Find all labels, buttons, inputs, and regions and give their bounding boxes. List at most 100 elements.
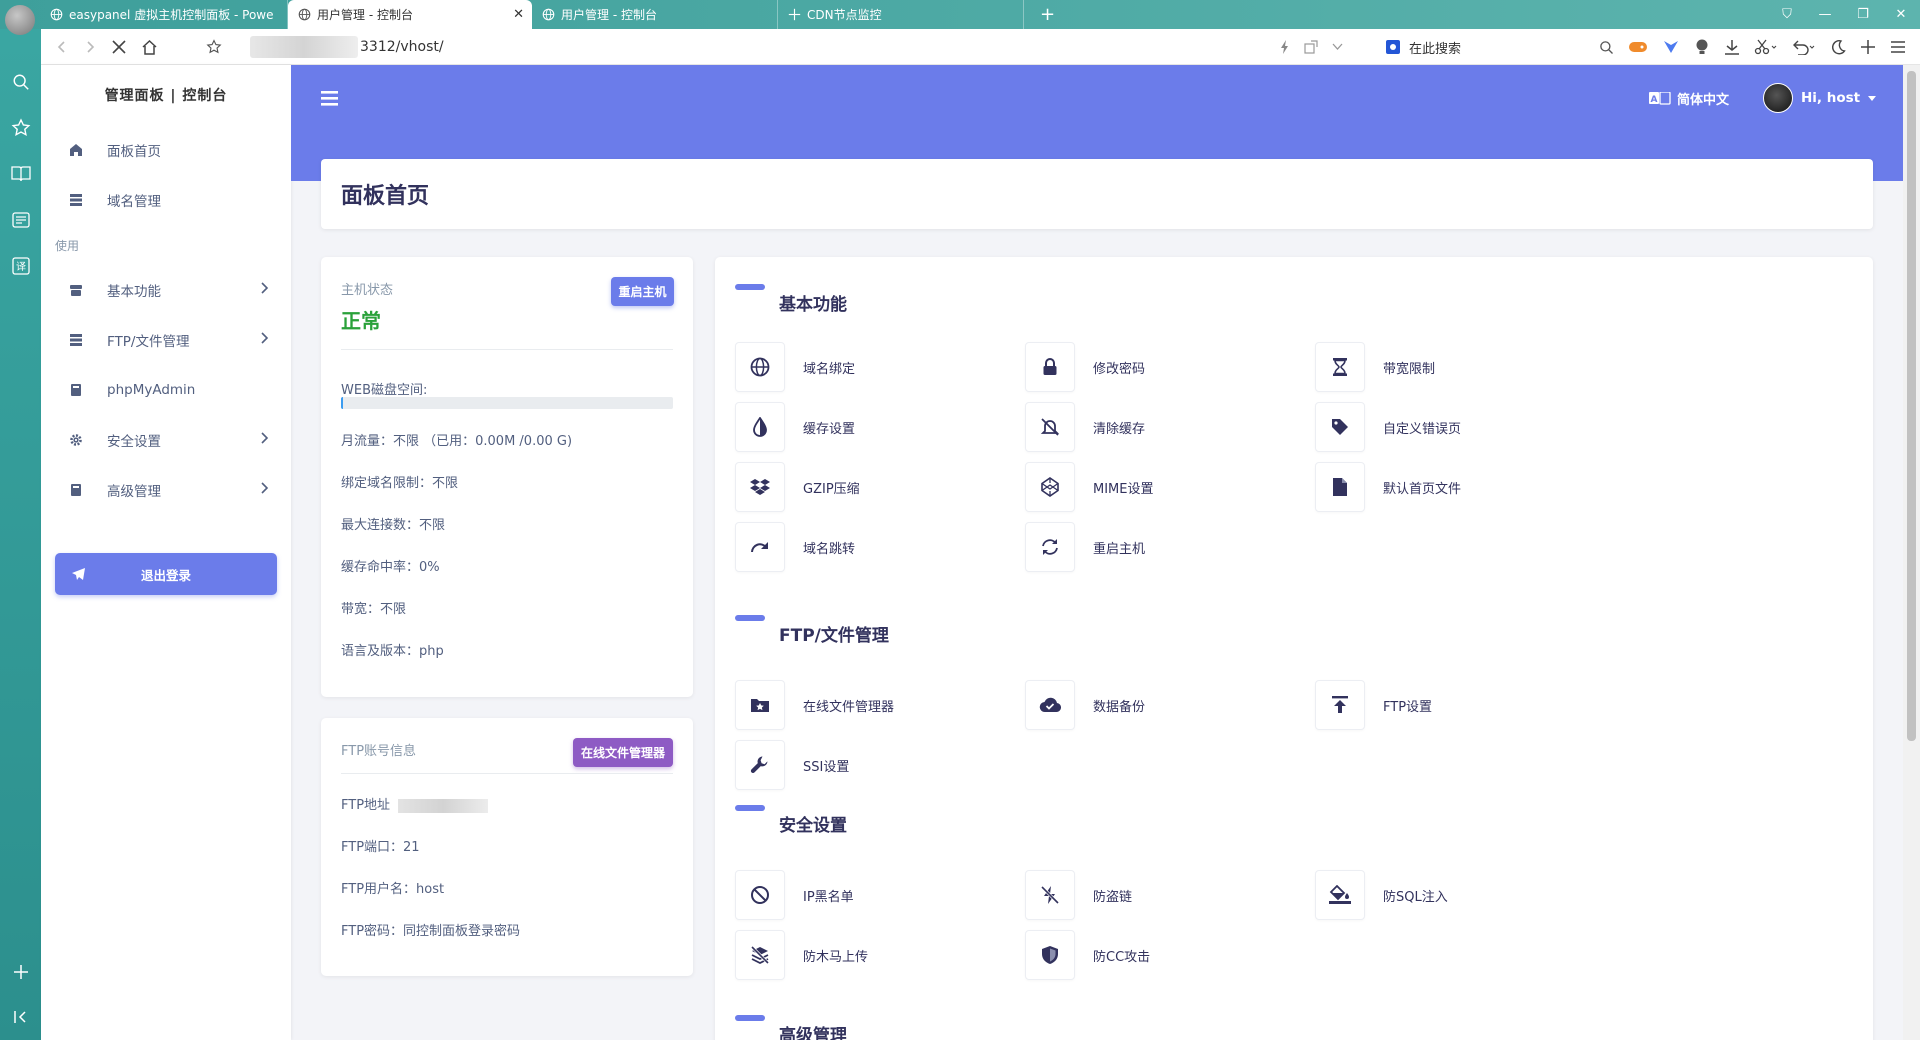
search-icon[interactable] (1599, 40, 1614, 55)
news-icon[interactable] (0, 197, 41, 243)
crosshair-icon (788, 8, 801, 21)
close-window-icon[interactable]: ✕ (1882, 7, 1920, 22)
function-restart-host[interactable]: 重启主机 (1025, 522, 1145, 572)
collapse-sidebar-icon[interactable] (0, 994, 41, 1040)
function-ip-blacklist[interactable]: IP黑名单 (735, 870, 854, 920)
chevron-down-icon[interactable] (1332, 43, 1343, 51)
bandwidth-info: 带宽：不限 (341, 602, 407, 617)
forward-icon[interactable] (83, 40, 97, 54)
sidebar-item-basic[interactable]: 基本功能 (41, 265, 291, 315)
sidebar-item-ftp[interactable]: FTP/文件管理 (41, 315, 291, 365)
new-tab-button[interactable]: + (1030, 0, 1060, 29)
add-icon[interactable] (1860, 39, 1876, 55)
sidebar-item-security[interactable]: 安全设置 (41, 415, 291, 465)
restart-host-button[interactable]: 重启主机 (611, 277, 674, 306)
function-online-file-manager[interactable]: 在线文件管理器 (735, 680, 894, 730)
function-cache-settings[interactable]: 缓存设置 (735, 402, 855, 452)
function-trojan-upload-protection[interactable]: 防木马上传 (735, 930, 868, 980)
download-icon[interactable] (1724, 39, 1740, 55)
add-icon[interactable] (0, 949, 41, 995)
globe-icon (735, 342, 785, 392)
shirt-icon[interactable]: ⛉ (1768, 7, 1806, 22)
upload-icon (1315, 680, 1365, 730)
search-icon[interactable] (0, 59, 41, 105)
function-mime[interactable]: MIME设置 (1025, 462, 1153, 512)
page-scrollbar[interactable] (1903, 65, 1920, 1040)
browser-tab[interactable]: easypanel 虚拟主机控制面板 - Powe (40, 0, 288, 29)
translate-icon[interactable]: 译 (0, 243, 41, 289)
lightning-icon[interactable] (1280, 40, 1290, 54)
list-icon (70, 194, 82, 206)
tab-title: CDN节点监控 (807, 8, 882, 22)
browser-tab-active[interactable]: 用户管理 - 控制台 ✕ (288, 0, 532, 29)
star-icon[interactable] (0, 105, 41, 151)
url-field[interactable]: 3312/vhost/ (250, 35, 444, 58)
globe-icon (298, 8, 311, 21)
globe-icon (542, 8, 555, 21)
sidebar-item-label: FTP/文件管理 (107, 334, 190, 350)
ftp-account-card: FTP账号信息 在线文件管理器 FTP地址 FTP端口：21 FTP用户名：ho… (321, 718, 693, 976)
file-manager-button[interactable]: 在线文件管理器 (573, 738, 673, 767)
browser-tab[interactable]: CDN节点监控 (778, 0, 1024, 29)
function-data-backup[interactable]: 数据备份 (1025, 680, 1145, 730)
function-sql-injection-protection[interactable]: 防SQL注入 (1315, 870, 1448, 920)
search-box[interactable]: 在此搜索 (1385, 38, 1585, 57)
function-domain-bind[interactable]: 域名绑定 (735, 342, 855, 392)
sidebar-item-phpmyadmin[interactable]: phpMyAdmin (41, 365, 291, 415)
redacted-host (250, 35, 358, 58)
back-icon[interactable] (55, 40, 69, 54)
function-gzip[interactable]: GZIP压缩 (735, 462, 860, 512)
function-label: 清除缓存 (1093, 421, 1146, 437)
stop-icon[interactable] (111, 39, 127, 55)
sidebar-item-label: 基本功能 (107, 284, 161, 300)
function-bandwidth-limit[interactable]: 带宽限制 (1315, 342, 1435, 392)
moon-icon[interactable] (1830, 39, 1846, 55)
function-cc-attack-protection[interactable]: 防CC攻击 (1025, 930, 1150, 980)
user-menu[interactable]: Hi, host (1763, 83, 1877, 113)
function-label: 防盗链 (1093, 889, 1133, 905)
sync-icon (1025, 522, 1075, 572)
menu-icon[interactable] (1890, 40, 1906, 54)
function-hotlink-protection[interactable]: 防盗链 (1025, 870, 1132, 920)
function-change-password[interactable]: 修改密码 (1025, 342, 1145, 392)
undo-icon[interactable] (1792, 39, 1816, 55)
close-tab-icon[interactable]: ✕ (513, 7, 524, 22)
divider (341, 349, 673, 350)
search-placeholder: 在此搜索 (1409, 41, 1462, 57)
scissors-icon[interactable] (1754, 39, 1778, 55)
function-ssi-settings[interactable]: SSI设置 (735, 740, 849, 790)
restore-icon[interactable]: ❐ (1844, 7, 1882, 22)
minimize-icon[interactable]: — (1806, 7, 1844, 22)
function-label: GZIP压缩 (803, 481, 860, 497)
browser-tab[interactable]: 用户管理 - 控制台 (532, 0, 778, 29)
hamburger-menu-icon[interactable] (321, 91, 338, 106)
lock-icon (1025, 342, 1075, 392)
host-status-card: 主机状态 正常 重启主机 WEB磁盘空间: 月流量：不限 （已用：0.00M /… (321, 257, 693, 697)
bulb-icon[interactable] (1694, 38, 1710, 56)
dropbox-icon (735, 462, 785, 512)
sidebar-item-advanced[interactable]: 高级管理 (41, 465, 291, 515)
share-icon[interactable] (1304, 40, 1318, 54)
function-label: 域名跳转 (803, 541, 856, 557)
function-custom-error-page[interactable]: 自定义错误页 (1315, 402, 1461, 452)
contrast-icon (735, 402, 785, 452)
scrollbar-thumb[interactable] (1907, 71, 1916, 741)
profile-avatar[interactable] (5, 5, 35, 35)
fill-drip-icon (1315, 870, 1365, 920)
bookmark-star-icon[interactable] (206, 38, 222, 55)
function-clear-cache[interactable]: 清除缓存 (1025, 402, 1145, 452)
tab-title: easypanel 虚拟主机控制面板 - Powe (69, 8, 274, 22)
language-switcher[interactable]: A 简体中文 (1649, 89, 1729, 108)
sidebar-item-domains[interactable]: 域名管理 (41, 175, 291, 225)
function-domain-redirect[interactable]: 域名跳转 (735, 522, 855, 572)
plugin-icon[interactable] (1662, 38, 1680, 56)
book-icon[interactable] (0, 151, 41, 197)
language-label: 简体中文 (1677, 93, 1730, 108)
function-ftp-settings[interactable]: FTP设置 (1315, 680, 1432, 730)
home-icon[interactable] (141, 39, 158, 55)
function-default-index[interactable]: 默认首页文件 (1315, 462, 1461, 512)
sidebar-item-dashboard[interactable]: 面板首页 (41, 125, 291, 175)
codepen-icon (1025, 462, 1075, 512)
gamepad-icon[interactable] (1628, 40, 1648, 54)
logout-button[interactable]: 退出登录 (55, 553, 277, 595)
